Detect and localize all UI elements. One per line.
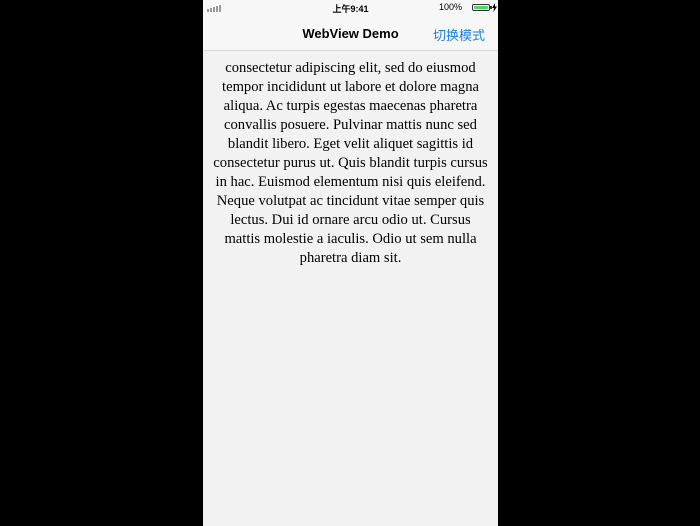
battery-percent: 100%	[438, 2, 462, 12]
navigation-bar: WebView Demo 切换模式	[203, 16, 498, 51]
charging-icon	[492, 3, 497, 12]
webview-body-text: consectetur adipiscing elit, sed do eius…	[213, 60, 488, 266]
battery-icon	[472, 4, 490, 11]
battery-fill	[474, 6, 488, 9]
phone-screen: 上午9:41 100% WebView Demo 切换模式 consectetu…	[203, 0, 498, 526]
status-bar: 上午9:41 100%	[203, 0, 498, 16]
webview[interactable]: consectetur adipiscing elit, sed do eius…	[203, 51, 498, 526]
switch-mode-button[interactable]: 切换模式	[433, 25, 485, 44]
